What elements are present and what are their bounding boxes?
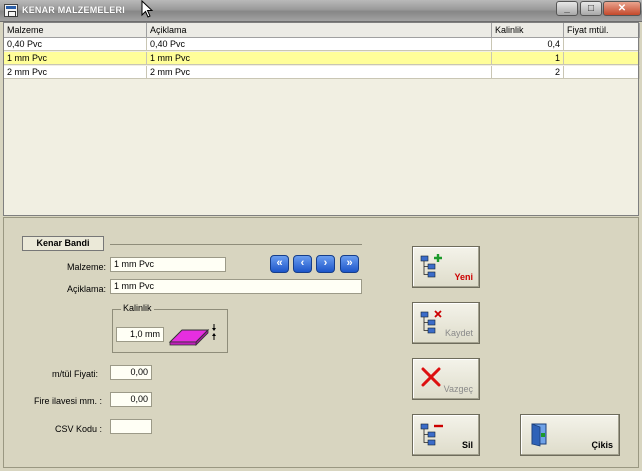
column-header-malzeme[interactable]: Malzeme	[4, 23, 147, 38]
window-title: KENAR MALZEMELERI	[22, 5, 125, 15]
cell-malzeme: 0,40 Pvc	[4, 38, 147, 51]
malzeme-label: Malzeme:	[66, 262, 106, 272]
cancel-button[interactable]: Vazgeç	[412, 358, 480, 400]
cell-malzeme: 2 mm Pvc	[4, 66, 147, 79]
kalinlik-input[interactable]: 1,0 mm	[116, 327, 164, 342]
cell-malzeme: 1 mm Pvc	[4, 52, 147, 65]
close-button[interactable]: ✕	[603, 1, 641, 16]
cell-kalinlik: 2	[492, 66, 564, 79]
cell-aciklama: 0,40 Pvc	[147, 38, 492, 51]
aciklama-input[interactable]: 1 mm Pvc	[110, 279, 362, 294]
kalinlik-group-title: Kalinlik	[121, 303, 154, 313]
table-row[interactable]: 0,40 Pvc 0,40 Pvc 0,4	[4, 38, 640, 51]
delete-label: Sil	[461, 440, 473, 450]
section-divider	[110, 244, 362, 245]
fiyat-label: m/tül Fiyati:	[51, 369, 98, 379]
fire-input[interactable]: 0,00	[110, 392, 152, 407]
minimize-button[interactable]: _	[556, 1, 578, 16]
nav-next-button[interactable]: ›	[316, 255, 335, 273]
column-header-fiyat[interactable]: Fiyat mtül.	[564, 23, 640, 38]
fire-label: Fire ilavesi mm. :	[33, 396, 102, 406]
materials-grid[interactable]: Malzeme Açiklama Kalinlik Fiyat mtül. 0,…	[3, 22, 640, 216]
column-header-kalinlik[interactable]: Kalinlik	[492, 23, 564, 38]
exit-button[interactable]: Çikis	[520, 414, 620, 456]
nav-first-button[interactable]: «	[270, 255, 289, 273]
malzeme-input[interactable]: 1 mm Pvc	[110, 257, 226, 272]
table-row[interactable]: 2 mm Pvc 2 mm Pvc 2	[4, 66, 640, 79]
new-button[interactable]: Yeni	[412, 246, 480, 288]
cell-aciklama: 2 mm Pvc	[147, 66, 492, 79]
cell-fiyat	[564, 66, 640, 79]
cancel-icon	[421, 367, 441, 387]
mouse-cursor-icon	[141, 0, 154, 18]
csv-input[interactable]	[110, 419, 152, 434]
cell-fiyat	[564, 38, 640, 51]
cancel-label: Vazgeç	[443, 384, 473, 394]
maximize-button[interactable]: □	[580, 1, 602, 16]
save-record-icon	[420, 310, 442, 334]
column-header-aciklama[interactable]: Açiklama	[147, 23, 492, 38]
cell-fiyat	[564, 52, 640, 65]
delete-record-icon	[420, 423, 443, 446]
cell-aciklama: 1 mm Pvc	[147, 52, 492, 65]
edit-panel: Kenar Bandi Malzeme: 1 mm Pvc « ‹ › » Aç…	[3, 217, 639, 468]
fiyat-input[interactable]: 0,00	[110, 365, 152, 380]
exit-label: Çikis	[591, 440, 613, 450]
thickness-icon	[168, 324, 216, 346]
delete-button[interactable]: Sil	[412, 414, 480, 456]
add-record-icon	[420, 254, 442, 278]
nav-prev-button[interactable]: ‹	[293, 255, 312, 273]
csv-label: CSV Kodu :	[54, 424, 102, 434]
section-title: Kenar Bandi	[22, 236, 104, 251]
cell-kalinlik: 1	[492, 52, 564, 65]
nav-last-button[interactable]: »	[340, 255, 359, 273]
grid-header: Malzeme Açiklama Kalinlik Fiyat mtül.	[4, 23, 640, 38]
table-row-selected[interactable]: 1 mm Pvc 1 mm Pvc 1	[4, 52, 640, 65]
app-icon	[4, 4, 18, 17]
new-label: Yeni	[454, 272, 473, 282]
cell-kalinlik: 0,4	[492, 38, 564, 51]
save-label: Kaydet	[444, 328, 473, 338]
save-button[interactable]: Kaydet	[412, 302, 480, 344]
title-bar[interactable]: KENAR MALZEMELERI _ □ ✕	[0, 0, 642, 22]
exit-door-icon	[531, 423, 547, 447]
aciklama-label: Açiklama:	[66, 284, 106, 294]
